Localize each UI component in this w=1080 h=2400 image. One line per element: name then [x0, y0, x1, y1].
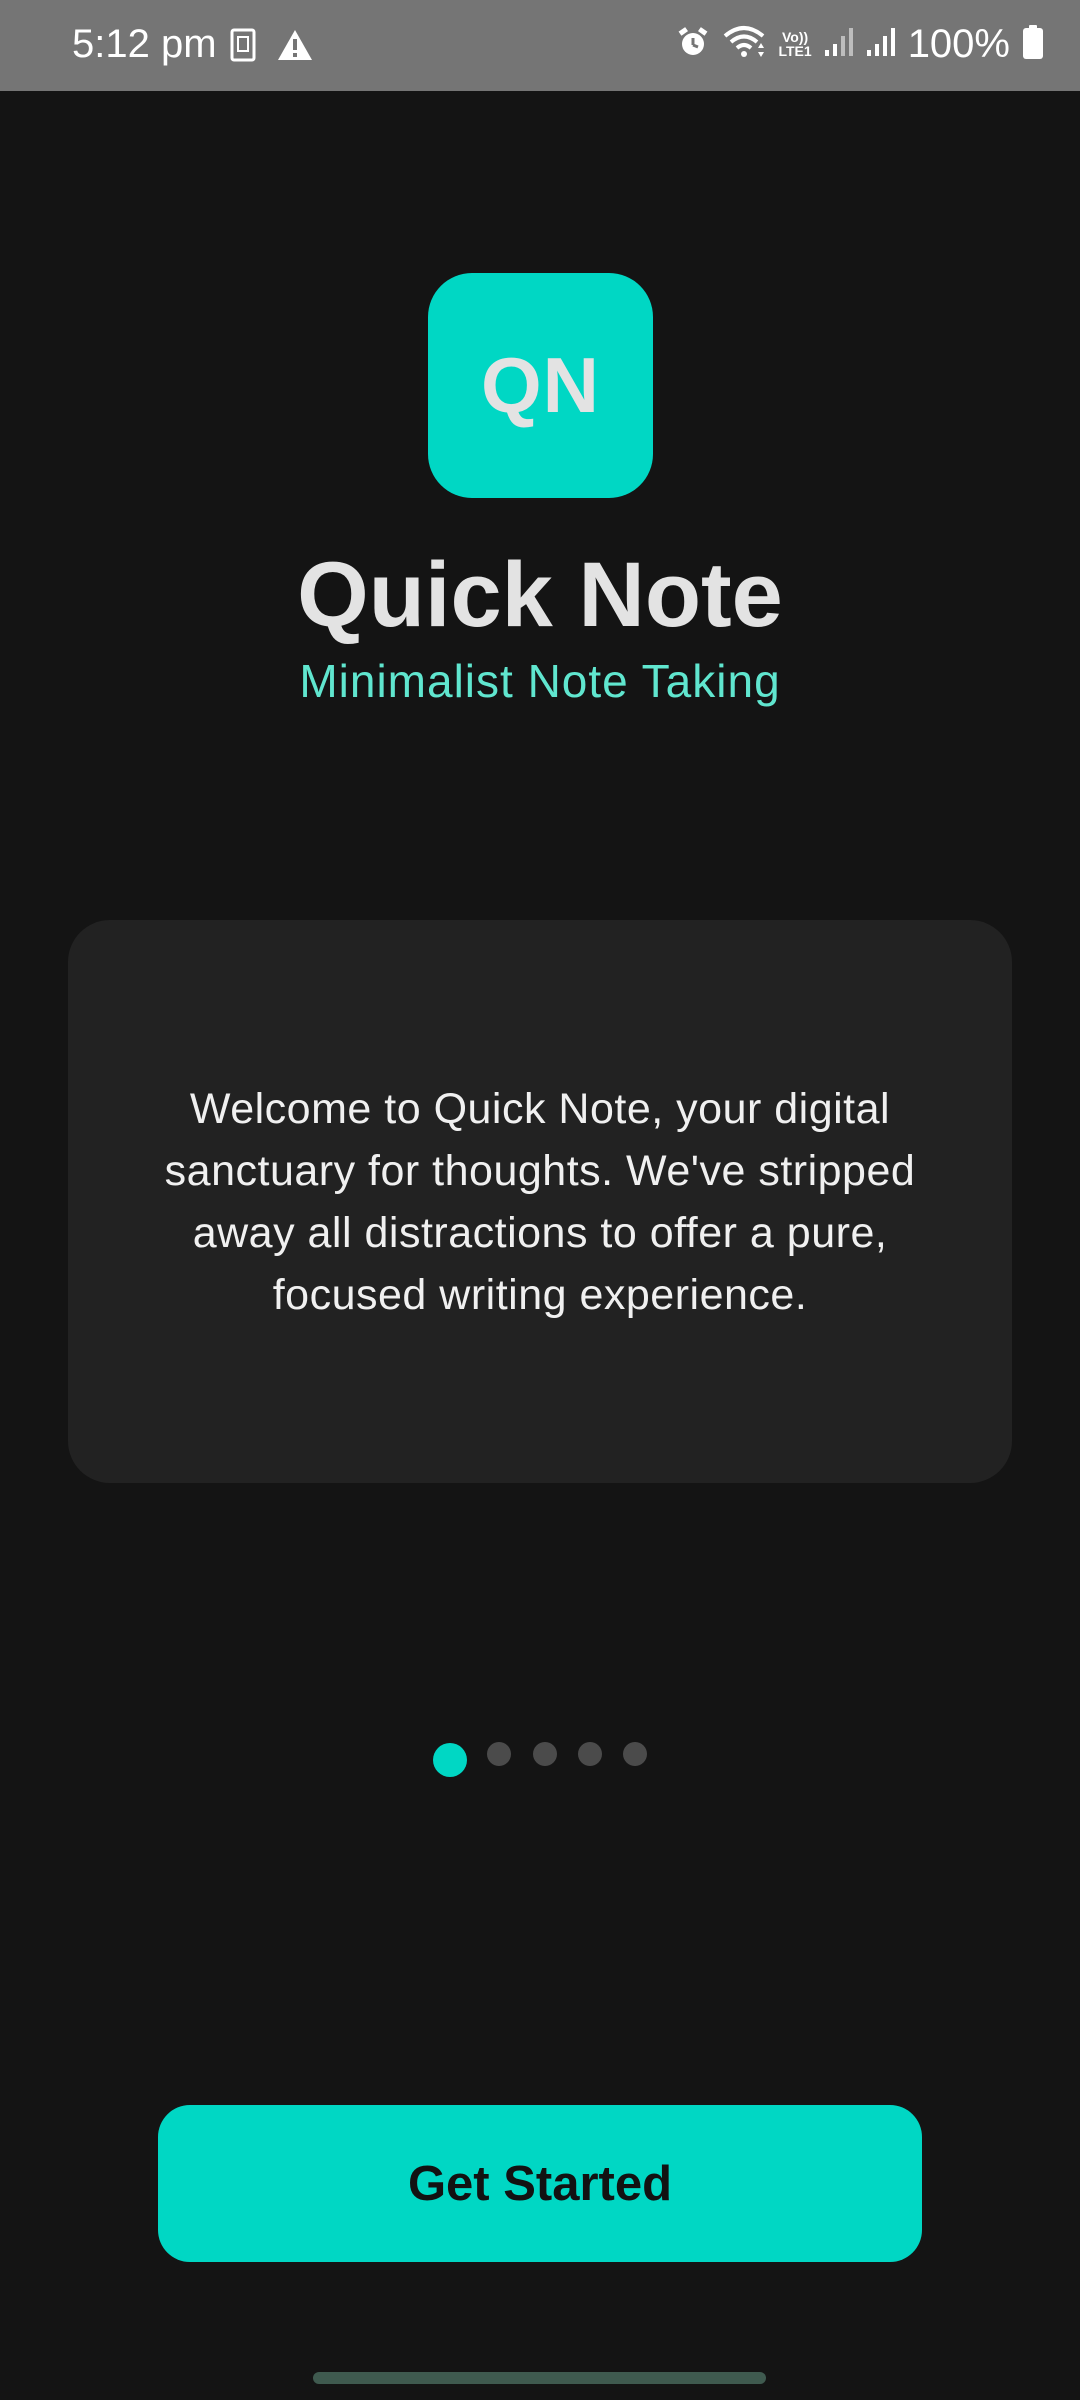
warning-icon [276, 28, 314, 67]
welcome-text: Welcome to Quick Note, your digital sanc… [164, 1084, 916, 1319]
status-notification-icons [230, 28, 314, 67]
get-started-label: Get Started [407, 2156, 673, 2211]
battery-icon [1022, 24, 1044, 65]
status-system-icons: Vo)) LTE1 100% [676, 18, 1044, 70]
app-title: Quick Note [297, 544, 783, 646]
sim-card-icon [230, 28, 256, 67]
wifi-icon [722, 24, 766, 65]
welcome-card: Welcome to Quick Note, your digital sanc… [68, 920, 1012, 1483]
page-dot-active [433, 1743, 467, 1777]
home-indicator[interactable] [313, 2372, 766, 2384]
battery-percent: 100% [907, 22, 1010, 66]
app-logo-text: QN [481, 341, 600, 429]
app-logo: QN [428, 273, 653, 498]
page-dot [578, 1742, 602, 1766]
signal-icon [866, 26, 896, 63]
alarm-icon [676, 25, 710, 64]
page-dot [533, 1742, 557, 1766]
volte-icon: Vo)) LTE1 [778, 29, 812, 59]
page-dot [623, 1742, 647, 1766]
status-bar: 5:12 pm Vo)) LTE1 100% [0, 0, 1080, 91]
status-time: 5:12 pm [72, 22, 217, 66]
app-subtitle: Minimalist Note Taking [299, 655, 781, 707]
page-dot [487, 1742, 511, 1766]
signal-icon [824, 26, 854, 63]
page-indicator [0, 1740, 1080, 1780]
get-started-button[interactable]: Get Started [158, 2105, 922, 2262]
